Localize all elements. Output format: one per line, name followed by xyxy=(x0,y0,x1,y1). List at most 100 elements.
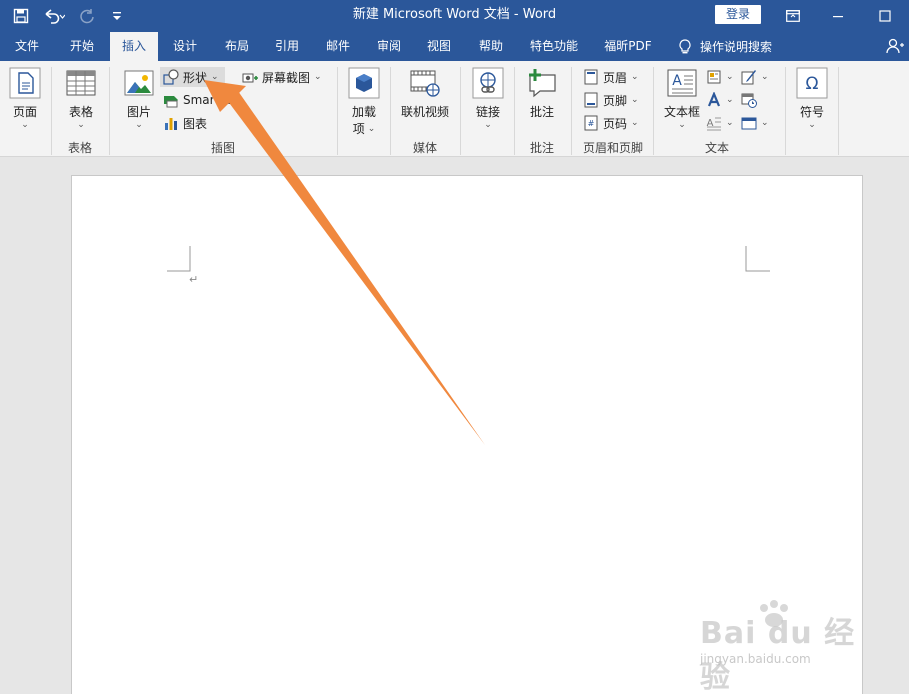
ribbon-display-options-button[interactable] xyxy=(770,0,816,32)
person-icon xyxy=(886,38,904,54)
header-dropdown-icon: ⌄ xyxy=(631,72,639,82)
screenshot-dropdown-icon: ⌄ xyxy=(314,72,322,82)
shapes-icon xyxy=(163,69,179,85)
page-icon xyxy=(9,67,41,99)
header-button[interactable]: 页眉 ⌄ xyxy=(583,67,639,87)
tab-special-features[interactable]: 特色功能 xyxy=(519,32,589,61)
footer-label: 页脚 xyxy=(603,93,628,108)
calendar-clock-icon xyxy=(741,93,757,108)
redo-icon xyxy=(80,9,94,24)
ribbon-insert: 页面 ⌄ 表格 ⌄ 表格 图片 ⌄ 形状 ⌄ SmartArt 图表 屏幕截图 … xyxy=(0,61,909,157)
chart-button[interactable]: 图表 xyxy=(163,113,207,133)
tables-group-label: 表格 xyxy=(67,141,92,155)
page-number-dropdown-icon: ⌄ xyxy=(631,118,639,128)
object-dropdown-icon: ⌄ xyxy=(761,118,769,128)
save-icon xyxy=(13,8,29,24)
comments-group-label: 批注 xyxy=(529,141,554,155)
screenshot-icon xyxy=(242,73,258,83)
tab-design[interactable]: 设计 xyxy=(160,32,210,61)
addins-button[interactable]: 加载 项 ⌄ xyxy=(346,67,382,137)
tell-me-search[interactable]: 操作说明搜索 xyxy=(678,32,772,61)
links-label: 链接 xyxy=(475,105,500,119)
pictures-label: 图片 xyxy=(126,105,151,119)
object-icon xyxy=(741,117,757,130)
tab-help[interactable]: 帮助 xyxy=(465,32,517,61)
quick-access-toolbar xyxy=(10,0,128,32)
tab-home[interactable]: 开始 xyxy=(54,32,110,61)
addins-label-line2: 项 xyxy=(352,122,365,136)
online-video-button[interactable]: 联机视频 xyxy=(398,67,452,120)
signature-dropdown-icon: ⌄ xyxy=(761,72,769,82)
symbol-button[interactable]: Ω 符号 ⌄ xyxy=(795,67,829,130)
tell-me-label: 操作说明搜索 xyxy=(700,40,773,54)
drop-cap-button[interactable]: A ⌄ xyxy=(706,113,734,133)
login-button[interactable]: 登录 xyxy=(715,5,761,24)
pages-label: 页面 xyxy=(12,105,37,119)
ribbon-display-icon xyxy=(786,10,800,22)
addins-dropdown-icon: ⌄ xyxy=(367,123,376,134)
shapes-dropdown-icon: ⌄ xyxy=(211,72,219,82)
links-button[interactable]: 链接 ⌄ xyxy=(470,67,506,130)
pictures-button[interactable]: 图片 ⌄ xyxy=(122,67,156,130)
group-separator xyxy=(785,67,786,155)
comment-label: 批注 xyxy=(529,105,554,119)
group-separator xyxy=(460,67,461,155)
wordart-icon xyxy=(707,92,721,107)
shapes-button[interactable]: 形状 ⌄ xyxy=(160,67,225,87)
bar-chart-icon xyxy=(165,118,177,130)
wordart-button[interactable]: ⌄ xyxy=(706,90,734,110)
redo-button[interactable] xyxy=(76,5,98,27)
chart-label: 图表 xyxy=(183,116,208,131)
title-bar: 新建 Microsoft Word 文档 - Word 登录 xyxy=(0,0,909,32)
online-video-icon xyxy=(410,70,440,97)
smartart-label: SmartArt xyxy=(183,93,238,107)
date-time-button[interactable] xyxy=(741,90,757,110)
group-separator xyxy=(390,67,391,155)
customize-dropdown-icon xyxy=(113,12,121,20)
customize-qat-button[interactable] xyxy=(106,5,128,27)
textbox-label: 文本框 xyxy=(663,105,700,119)
signature-line-button[interactable]: ⌄ xyxy=(741,67,769,87)
object-button[interactable]: ⌄ xyxy=(741,113,769,133)
share-button[interactable] xyxy=(886,38,904,57)
textbox-dropdown-icon: ⌄ xyxy=(678,120,686,130)
pages-button[interactable]: 页面 ⌄ xyxy=(8,67,42,130)
footer-button[interactable]: 页脚 ⌄ xyxy=(583,90,639,110)
tab-foxit-pdf[interactable]: 福昕PDF xyxy=(593,32,663,61)
quick-parts-dropdown-icon: ⌄ xyxy=(726,72,734,82)
svg-text:Ω: Ω xyxy=(806,74,819,94)
margin-corner-top-left xyxy=(167,246,191,272)
screenshot-button[interactable]: 屏幕截图 ⌄ xyxy=(242,67,322,87)
picture-icon xyxy=(124,70,154,96)
group-separator xyxy=(514,67,515,155)
group-separator xyxy=(51,67,52,155)
tab-references[interactable]: 引用 xyxy=(262,32,312,61)
group-separator xyxy=(337,67,338,155)
quick-parts-button[interactable]: ⌄ xyxy=(706,67,734,87)
smartart-icon xyxy=(164,96,178,108)
maximize-icon xyxy=(879,10,891,22)
document-page[interactable]: ↵ xyxy=(71,175,863,694)
tab-mailings[interactable]: 邮件 xyxy=(313,32,363,61)
comment-button[interactable]: 批注 xyxy=(524,67,560,120)
textbox-button[interactable]: A 文本框 ⌄ xyxy=(662,67,702,130)
textbox-icon: A xyxy=(667,69,697,97)
undo-button[interactable] xyxy=(40,5,68,27)
header-footer-group-label: 页眉和页脚 xyxy=(582,141,643,155)
drop-cap-icon: A xyxy=(707,117,721,131)
table-label: 表格 xyxy=(68,105,93,119)
illustrations-group-label: 插图 xyxy=(210,141,235,155)
maximize-button[interactable] xyxy=(862,0,908,32)
table-button[interactable]: 表格 ⌄ xyxy=(60,67,102,130)
tab-insert[interactable]: 插入 xyxy=(110,32,158,61)
smartart-button[interactable]: SmartArt xyxy=(163,90,237,110)
minimize-button[interactable] xyxy=(815,0,861,32)
table-dropdown-icon: ⌄ xyxy=(77,120,85,130)
tab-view[interactable]: 视图 xyxy=(414,32,464,61)
wordart-dropdown-icon: ⌄ xyxy=(726,95,734,105)
tab-review[interactable]: 审阅 xyxy=(364,32,414,61)
tab-layout[interactable]: 布局 xyxy=(212,32,262,61)
tab-file[interactable]: 文件 xyxy=(0,32,54,61)
page-number-button[interactable]: # 页码 ⌄ xyxy=(583,113,639,133)
save-button[interactable] xyxy=(10,5,32,27)
